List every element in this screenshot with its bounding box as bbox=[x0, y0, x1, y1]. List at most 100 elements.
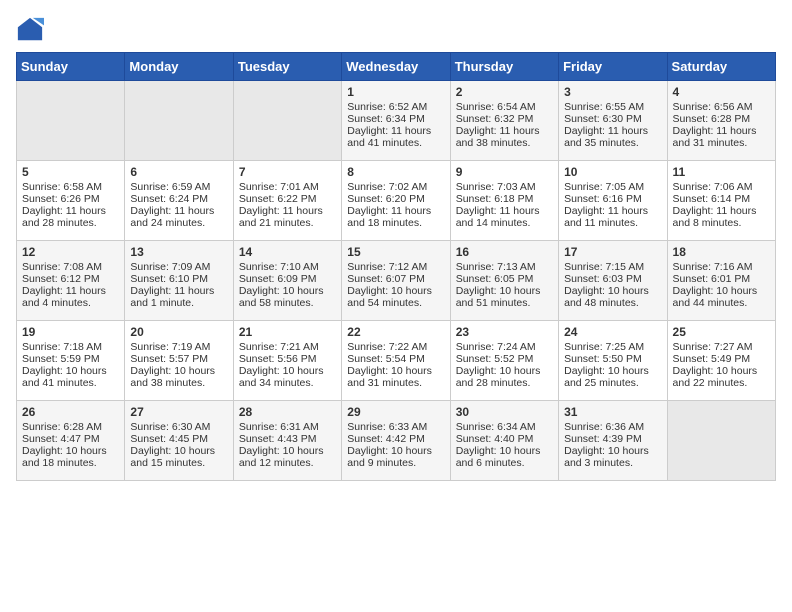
calendar-week-5: 26Sunrise: 6:28 AMSunset: 4:47 PMDayligh… bbox=[17, 401, 776, 481]
day-info: Daylight: 10 hours and 6 minutes. bbox=[456, 445, 553, 469]
calendar-cell: 10Sunrise: 7:05 AMSunset: 6:16 PMDayligh… bbox=[559, 161, 667, 241]
day-info: Sunrise: 6:31 AM bbox=[239, 421, 336, 433]
day-info: Sunrise: 6:54 AM bbox=[456, 101, 553, 113]
day-info: Sunset: 4:39 PM bbox=[564, 433, 661, 445]
day-number: 17 bbox=[564, 245, 661, 259]
day-info: Sunrise: 7:09 AM bbox=[130, 261, 227, 273]
day-info: Daylight: 10 hours and 25 minutes. bbox=[564, 365, 661, 389]
day-number: 3 bbox=[564, 85, 661, 99]
day-info: Sunset: 5:49 PM bbox=[673, 353, 770, 365]
calendar-week-2: 5Sunrise: 6:58 AMSunset: 6:26 PMDaylight… bbox=[17, 161, 776, 241]
calendar-cell: 16Sunrise: 7:13 AMSunset: 6:05 PMDayligh… bbox=[450, 241, 558, 321]
calendar-cell: 9Sunrise: 7:03 AMSunset: 6:18 PMDaylight… bbox=[450, 161, 558, 241]
calendar-week-3: 12 Sunrise: 7:08 AMSunset: 6:12 PM Dayligh… bbox=[17, 241, 776, 321]
calendar-cell: 3Sunrise: 6:55 AMSunset: 6:30 PMDaylight… bbox=[559, 81, 667, 161]
header-saturday: Saturday bbox=[667, 53, 775, 81]
calendar-cell: 29Sunrise: 6:33 AMSunset: 4:42 PMDayligh… bbox=[342, 401, 450, 481]
day-info: Sunset: 6:30 PM bbox=[564, 113, 661, 125]
day-number: 20 bbox=[130, 325, 227, 339]
calendar-header-row: SundayMondayTuesdayWednesdayThursdayFrid… bbox=[17, 53, 776, 81]
day-info: Daylight: 11 hours and 41 minutes. bbox=[347, 125, 444, 149]
day-info: Sunset: 4:40 PM bbox=[456, 433, 553, 445]
day-number: 12 bbox=[22, 245, 119, 259]
day-number: 5 bbox=[22, 165, 119, 179]
day-info: Sunrise: 7:08 AM bbox=[22, 261, 119, 273]
day-info: Sunset: 6:32 PM bbox=[456, 113, 553, 125]
day-info: Daylight: 11 hours and 38 minutes. bbox=[456, 125, 553, 149]
day-info: Sunset: 6:07 PM bbox=[347, 273, 444, 285]
day-number: 29 bbox=[347, 405, 444, 419]
day-info: Daylight: 10 hours and 9 minutes. bbox=[347, 445, 444, 469]
day-number: 4 bbox=[673, 85, 770, 99]
day-info: Sunrise: 7:02 AM bbox=[347, 181, 444, 193]
day-info: Daylight: 11 hours and 28 minutes. bbox=[22, 205, 119, 229]
day-number: 10 bbox=[564, 165, 661, 179]
calendar-cell: 25Sunrise: 7:27 AMSunset: 5:49 PMDayligh… bbox=[667, 321, 775, 401]
day-info: Sunset: 4:47 PM bbox=[22, 433, 119, 445]
day-info: Sunset: 4:45 PM bbox=[130, 433, 227, 445]
day-number: 16 bbox=[456, 245, 553, 259]
header-friday: Friday bbox=[559, 53, 667, 81]
day-info: Daylight: 10 hours and 41 minutes. bbox=[22, 365, 119, 389]
day-info: Daylight: 11 hours and 8 minutes. bbox=[673, 205, 770, 229]
day-info: Sunset: 6:10 PM bbox=[130, 273, 227, 285]
calendar-cell: 1Sunrise: 6:52 AMSunset: 6:34 PMDaylight… bbox=[342, 81, 450, 161]
day-info: Sunset: 6:09 PM bbox=[239, 273, 336, 285]
day-info: Sunset: 6:20 PM bbox=[347, 193, 444, 205]
day-info: Sunset: 6:28 PM bbox=[673, 113, 770, 125]
day-info: Sunset: 5:54 PM bbox=[347, 353, 444, 365]
calendar-cell: 23Sunrise: 7:24 AMSunset: 5:52 PMDayligh… bbox=[450, 321, 558, 401]
day-number: 13 bbox=[130, 245, 227, 259]
calendar-cell: 4Sunrise: 6:56 AMSunset: 6:28 PMDaylight… bbox=[667, 81, 775, 161]
calendar-cell: 28Sunrise: 6:31 AMSunset: 4:43 PMDayligh… bbox=[233, 401, 341, 481]
day-info: Sunrise: 6:58 AM bbox=[22, 181, 119, 193]
header-wednesday: Wednesday bbox=[342, 53, 450, 81]
day-info: Sunset: 4:43 PM bbox=[239, 433, 336, 445]
calendar-cell: 18Sunrise: 7:16 AMSunset: 6:01 PMDayligh… bbox=[667, 241, 775, 321]
day-info: Sunset: 6:22 PM bbox=[239, 193, 336, 205]
calendar-cell: 31Sunrise: 6:36 AMSunset: 4:39 PMDayligh… bbox=[559, 401, 667, 481]
day-number: 19 bbox=[22, 325, 119, 339]
day-info: Sunrise: 7:06 AM bbox=[673, 181, 770, 193]
calendar-cell: 12Sunrise: 7:08 AMSunset: 6:12 PMDayligh… bbox=[17, 241, 125, 321]
day-number: 23 bbox=[456, 325, 553, 339]
logo bbox=[16, 16, 48, 44]
calendar-cell: 19Sunrise: 7:18 AMSunset: 5:59 PMDayligh… bbox=[17, 321, 125, 401]
day-info: Daylight: 10 hours and 22 minutes. bbox=[673, 365, 770, 389]
day-number: 9 bbox=[456, 165, 553, 179]
day-number: 11 bbox=[673, 165, 770, 179]
day-number: 14 bbox=[239, 245, 336, 259]
calendar-cell: 27Sunrise: 6:30 AMSunset: 4:45 PMDayligh… bbox=[125, 401, 233, 481]
header-tuesday: Tuesday bbox=[233, 53, 341, 81]
calendar-cell: 22Sunrise: 7:22 AMSunset: 5:54 PMDayligh… bbox=[342, 321, 450, 401]
day-info: Daylight: 10 hours and 51 minutes. bbox=[456, 285, 553, 309]
day-number: 26 bbox=[22, 405, 119, 419]
day-info: Sunrise: 7:22 AM bbox=[347, 341, 444, 353]
day-info: Daylight: 11 hours and 18 minutes. bbox=[347, 205, 444, 229]
day-info: Daylight: 11 hours and 21 minutes. bbox=[239, 205, 336, 229]
day-info: Sunrise: 6:59 AM bbox=[130, 181, 227, 193]
day-number: 24 bbox=[564, 325, 661, 339]
calendar-cell bbox=[17, 81, 125, 161]
calendar-week-4: 19Sunrise: 7:18 AMSunset: 5:59 PMDayligh… bbox=[17, 321, 776, 401]
day-info: Sunset: 5:59 PM bbox=[22, 353, 119, 365]
day-info: Sunrise: 7:16 AM bbox=[673, 261, 770, 273]
day-info: Daylight: 11 hours and 35 minutes. bbox=[564, 125, 661, 149]
day-info: Sunset: 6:01 PM bbox=[673, 273, 770, 285]
day-info: Daylight: 10 hours and 18 minutes. bbox=[22, 445, 119, 469]
day-info: Daylight: 10 hours and 15 minutes. bbox=[130, 445, 227, 469]
header-sunday: Sunday bbox=[17, 53, 125, 81]
day-info: Sunrise: 7:19 AM bbox=[130, 341, 227, 353]
day-info: Daylight: 10 hours and 54 minutes. bbox=[347, 285, 444, 309]
day-info: Sunset: 6:18 PM bbox=[456, 193, 553, 205]
day-number: 31 bbox=[564, 405, 661, 419]
day-info: Sunrise: 7:10 AM bbox=[239, 261, 336, 273]
day-info: Sunset: 6:03 PM bbox=[564, 273, 661, 285]
calendar-week-1: 1Sunrise: 6:52 AMSunset: 6:34 PMDaylight… bbox=[17, 81, 776, 161]
calendar-cell: 8Sunrise: 7:02 AMSunset: 6:20 PMDaylight… bbox=[342, 161, 450, 241]
day-info: Sunset: 6:12 PM bbox=[22, 273, 119, 285]
day-info: Sunrise: 6:33 AM bbox=[347, 421, 444, 433]
day-info: Sunrise: 7:27 AM bbox=[673, 341, 770, 353]
day-info: Sunset: 6:05 PM bbox=[456, 273, 553, 285]
logo-icon bbox=[16, 16, 44, 44]
